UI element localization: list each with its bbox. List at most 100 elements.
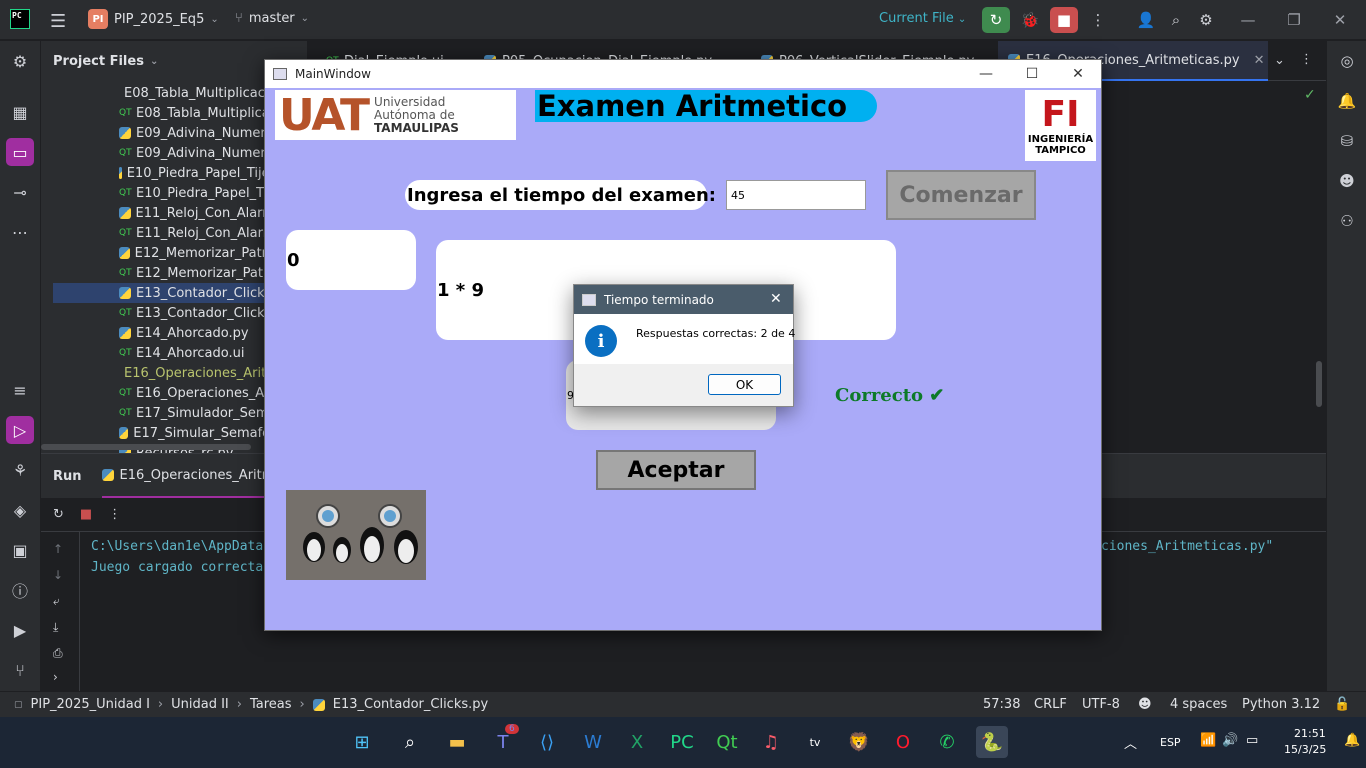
tabs-dropdown-icon[interactable]: ⌄ xyxy=(1274,53,1285,68)
terminal-icon[interactable]: ▣ xyxy=(6,536,34,564)
run-more-icon[interactable]: ⋮ xyxy=(108,507,121,522)
editor-scrollbar[interactable] xyxy=(1316,361,1322,407)
layers-icon[interactable]: ◈ xyxy=(6,496,34,524)
more-tools-icon[interactable]: ⋯ xyxy=(6,218,34,246)
clock-time[interactable]: 21:51 xyxy=(1294,727,1326,740)
time-label-text: Ingresa el tiempo del examen: xyxy=(407,184,716,206)
copilot-icon[interactable]: ☻ xyxy=(1333,167,1361,195)
teams-icon[interactable]: T6 xyxy=(487,724,519,758)
indent-setting[interactable]: 4 spaces xyxy=(1170,697,1227,712)
stop-run-icon[interactable]: ■ xyxy=(80,507,92,522)
word-icon[interactable]: W xyxy=(577,726,609,758)
rerun-icon[interactable]: ↻ xyxy=(53,507,64,522)
plugins-icon[interactable]: ⚙ xyxy=(6,47,34,75)
window-close-button[interactable]: ✕ xyxy=(1055,60,1101,88)
scroll-end-icon[interactable]: ⤓ xyxy=(53,620,58,635)
tabs-more-icon[interactable]: ⋮ xyxy=(1300,52,1313,67)
file-explorer-icon[interactable]: ▬ xyxy=(441,726,473,758)
minimize-button[interactable]: — xyxy=(1234,7,1262,33)
teams-badge: 6 xyxy=(505,724,519,734)
copilot-status-icon[interactable]: ☻ xyxy=(1138,697,1152,712)
notification-bell-icon[interactable]: 🔔 xyxy=(1344,733,1360,748)
search-icon[interactable]: ⌕ xyxy=(394,726,426,758)
expand-icon[interactable]: › xyxy=(53,670,58,684)
python-interpreter[interactable]: Python 3.12 xyxy=(1242,697,1320,712)
breadcrumb-item[interactable]: Tareas xyxy=(250,697,292,712)
wifi-icon[interactable]: 📶 xyxy=(1200,733,1216,748)
project-selector[interactable]: PI PIP_2025_Eq5 ⌄ xyxy=(88,9,219,29)
python-app-icon[interactable]: 🐍 xyxy=(976,726,1008,758)
whatsapp-icon[interactable]: ✆ xyxy=(931,726,963,758)
scroll-down-icon[interactable]: ↓ xyxy=(53,568,63,582)
qt-file-icon: QT xyxy=(119,348,132,358)
window-maximize-button[interactable]: ☐ xyxy=(1009,60,1055,88)
more-actions-icon[interactable]: ⋮ xyxy=(1084,7,1112,33)
commit-icon[interactable]: ⊸ xyxy=(6,178,34,206)
close-button[interactable]: ✕ xyxy=(1326,7,1354,33)
run-config-label: Current File xyxy=(879,11,954,26)
tray-chevron-icon[interactable]: ︿ xyxy=(1124,733,1137,752)
run-tab[interactable]: Run xyxy=(53,469,82,484)
soft-wrap-icon[interactable]: ⤶ xyxy=(53,594,60,609)
stop-button[interactable]: ■ xyxy=(1050,7,1078,33)
database-icon[interactable]: ⛁ xyxy=(1333,127,1361,155)
language-indicator[interactable]: ESP xyxy=(1160,736,1181,749)
services-icon[interactable]: ▶ xyxy=(6,616,34,644)
line-separator[interactable]: CRLF xyxy=(1034,697,1067,712)
python-packages-icon[interactable]: ⚇ xyxy=(1333,207,1361,235)
breadcrumb-item[interactable]: PIP_2025_Unidad I xyxy=(31,697,150,712)
info-icon: i xyxy=(585,325,617,357)
dialog-close-icon[interactable]: ✕ xyxy=(770,291,782,307)
readonly-lock-icon[interactable]: 🔓 xyxy=(1334,697,1350,712)
branch-selector[interactable]: ⑂ master ⌄ xyxy=(235,11,309,26)
cursor-position[interactable]: 57:38 xyxy=(983,697,1020,712)
brave-icon[interactable]: 🦁 xyxy=(843,726,875,758)
python-console-icon[interactable]: ⚘ xyxy=(6,456,34,484)
structure-icon[interactable]: ▦ xyxy=(6,98,34,126)
time-input[interactable]: 45 xyxy=(726,180,866,210)
vscode-icon[interactable]: ⟨⟩ xyxy=(531,726,563,758)
ai-assistant-icon[interactable]: ◎ xyxy=(1333,47,1361,75)
opera-icon[interactable]: O xyxy=(887,726,919,758)
todo-icon[interactable]: ≡ xyxy=(6,376,34,404)
appletv-icon[interactable]: tv xyxy=(799,726,831,758)
volume-icon[interactable]: 🔊 xyxy=(1222,733,1238,748)
qt-file-icon: QT xyxy=(119,108,132,118)
counter-value: 0 xyxy=(287,249,300,271)
start-button[interactable]: Comenzar xyxy=(886,170,1036,220)
restore-button[interactable]: ❐ xyxy=(1280,7,1308,33)
run-side-toolbar: ↑ ↓ ⤶ ⤓ ⎙ › xyxy=(41,532,80,692)
debug-icon[interactable]: 🐞 xyxy=(1016,7,1044,33)
windows-start-icon[interactable]: ⊞ xyxy=(346,726,378,758)
run-config-selector[interactable]: Current File ⌄ xyxy=(879,11,966,26)
run-tool-icon[interactable]: ▷ xyxy=(6,416,34,444)
battery-icon[interactable]: ▭ xyxy=(1246,733,1258,748)
pycharm-taskbar-icon[interactable]: PC xyxy=(666,726,698,758)
print-icon[interactable]: ⎙ xyxy=(53,646,63,661)
horizontal-scrollbar[interactable] xyxy=(41,444,251,450)
settings-gear-icon[interactable]: ⚙ xyxy=(1192,7,1220,33)
close-tab-icon[interactable]: ✕ xyxy=(1254,53,1265,68)
main-menu-icon[interactable]: ☰ xyxy=(50,11,66,32)
git-icon[interactable]: ⑂ xyxy=(6,656,34,684)
clock-date[interactable]: 15/3/25 xyxy=(1284,743,1326,756)
status-bar: ▢ PIP_2025_Unidad I › Unidad II › Tareas › … xyxy=(0,691,1366,717)
problems-icon[interactable]: ⓘ xyxy=(6,576,34,604)
accept-button[interactable]: Aceptar xyxy=(596,450,756,490)
file-encoding[interactable]: UTF-8 xyxy=(1082,697,1120,712)
breadcrumb-item[interactable]: E13_Contador_Clicks.py xyxy=(333,697,488,712)
music-icon[interactable]: ♫ xyxy=(755,726,787,758)
project-folder-icon[interactable]: ▭ xyxy=(6,138,34,166)
scroll-up-icon[interactable]: ↑ xyxy=(53,542,63,556)
search-icon[interactable]: ⌕ xyxy=(1162,7,1190,33)
fi-line: TAMPICO xyxy=(1035,144,1086,156)
notifications-icon[interactable]: 🔔 xyxy=(1333,87,1361,115)
window-minimize-button[interactable]: — xyxy=(963,60,1009,88)
dialog-app-icon xyxy=(582,293,596,306)
ok-button[interactable]: OK xyxy=(708,374,781,395)
add-user-icon[interactable]: 👤 xyxy=(1132,7,1160,33)
qt-designer-icon[interactable]: Qt xyxy=(711,726,743,758)
breadcrumb-item[interactable]: Unidad II xyxy=(171,697,229,712)
rerun-button[interactable]: ↻ xyxy=(982,7,1010,33)
excel-icon[interactable]: X xyxy=(621,726,653,758)
